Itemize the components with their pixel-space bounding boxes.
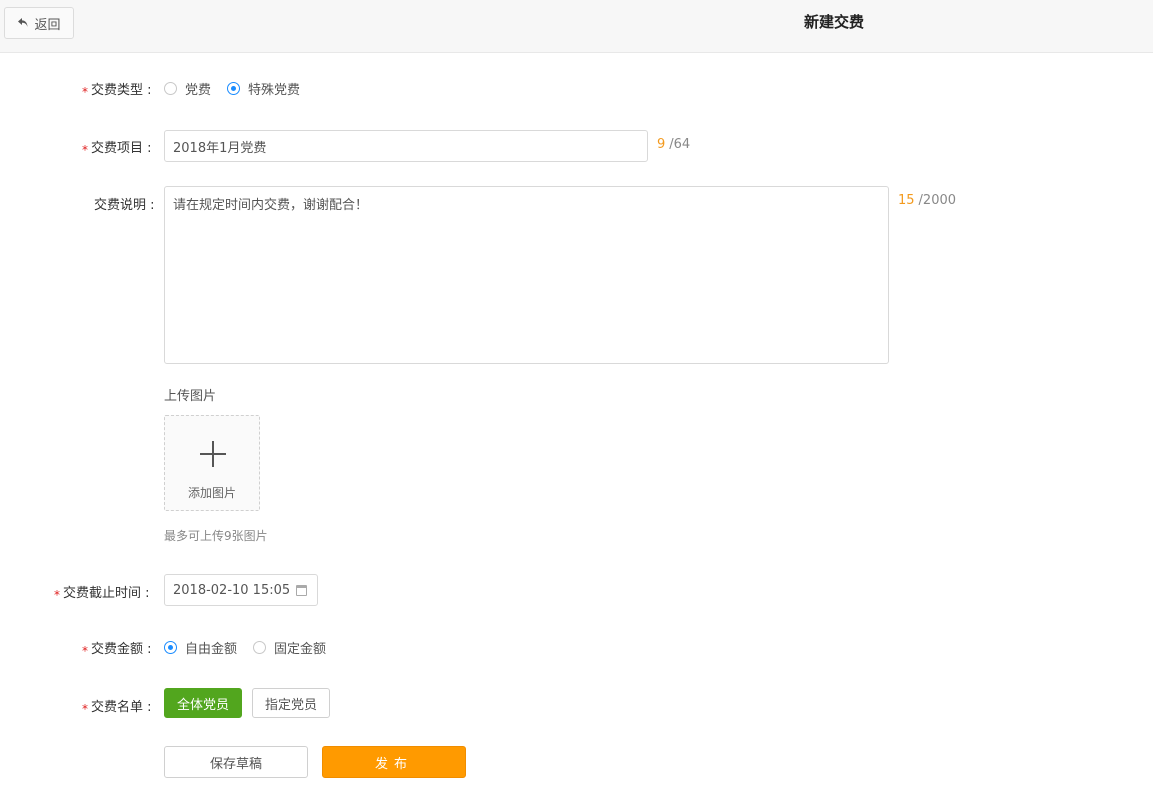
deadline-date-picker[interactable]: 2018-02-10 15:05 <box>164 574 318 606</box>
required-mark: * <box>82 143 88 157</box>
amount-option-label: 固定金额 <box>274 642 327 657</box>
required-mark: * <box>82 85 88 99</box>
specific-members-button[interactable]: 指定党员 <box>252 688 330 718</box>
amount-radio-group: 自由金额 固定金额 <box>164 638 342 657</box>
type-option-special-fee[interactable]: 特殊党费 <box>227 79 300 98</box>
type-option-party-fee[interactable]: 党费 <box>164 79 211 98</box>
radio-checked-icon[interactable] <box>227 82 241 95</box>
type-option-label: 党费 <box>185 83 212 98</box>
upload-hint: 最多可上传9张图片 <box>164 529 268 543</box>
desc-label: 交费说明 : <box>94 198 155 213</box>
type-option-label: 特殊党费 <box>248 83 301 98</box>
item-label: * 交费项目 : <box>82 141 152 157</box>
calendar-icon[interactable] <box>296 585 307 596</box>
desc-textarea[interactable]: 请在规定时间内交费，谢谢配合！ <box>164 186 889 364</box>
radio-checked-icon[interactable] <box>164 641 177 654</box>
type-radio-group: 党费 特殊党费 <box>164 79 316 98</box>
type-label: * 交费类型 : <box>82 83 152 99</box>
plus-icon <box>200 441 226 467</box>
add-image-button[interactable]: 添加图片 <box>164 415 260 511</box>
required-mark: * <box>54 588 60 602</box>
list-label: * 交费名单 : <box>82 700 152 716</box>
deadline-value: 2018-02-10 15:05 <box>173 582 291 598</box>
desc-char-counter: 15/2000 <box>898 193 957 208</box>
item-char-counter: 9/64 <box>657 137 691 152</box>
required-mark: * <box>82 702 88 716</box>
amount-option-free[interactable]: 自由金额 <box>164 638 237 657</box>
required-mark: * <box>82 644 88 658</box>
deadline-label: * 交费截止时间 : <box>54 586 150 602</box>
radio-unchecked-icon[interactable] <box>164 82 177 95</box>
publish-button[interactable]: 发布 <box>322 746 466 778</box>
all-members-button[interactable]: 全体党员 <box>164 688 242 718</box>
radio-unchecked-icon[interactable] <box>253 641 267 654</box>
amount-option-label: 自由金额 <box>185 642 238 657</box>
item-input[interactable] <box>164 130 648 162</box>
add-image-label: 添加图片 <box>187 486 236 500</box>
amount-label: * 交费金额 : <box>82 642 152 658</box>
save-draft-button[interactable]: 保存草稿 <box>164 746 308 778</box>
upload-title: 上传图片 <box>164 389 217 404</box>
page-title: 新建交费 <box>804 13 865 31</box>
amount-option-fixed[interactable]: 固定金额 <box>253 638 326 657</box>
page-header: 返回 新建交费 <box>0 0 1153 53</box>
